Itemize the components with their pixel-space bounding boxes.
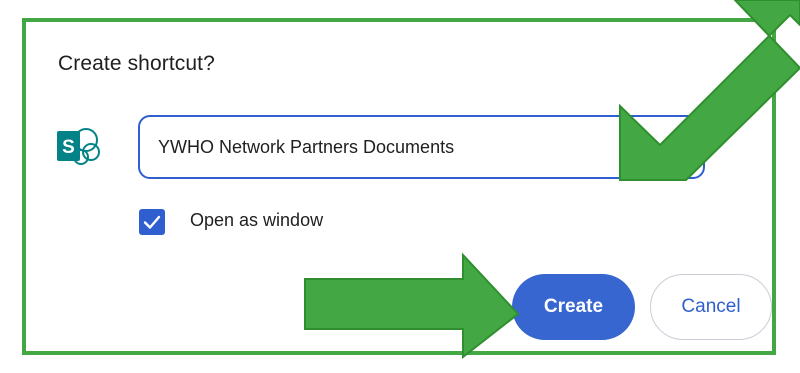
cancel-button[interactable]: Cancel [650,274,772,340]
open-as-window-label: Open as window [190,210,324,230]
shortcut-name-input[interactable] [138,115,705,179]
sharepoint-icon: S [57,128,100,165]
checkmark-icon [143,215,161,229]
dialog-title: Create shortcut? [58,52,215,75]
create-button[interactable]: Create [512,274,635,340]
open-as-window-checkbox[interactable] [139,209,165,235]
svg-text:S: S [62,137,75,158]
